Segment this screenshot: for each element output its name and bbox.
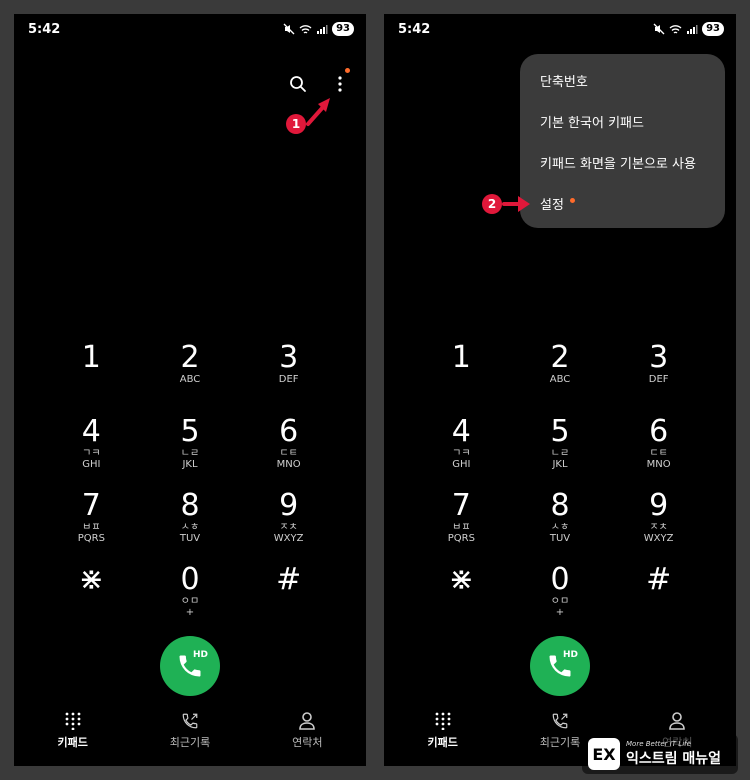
menu-item-speed-dial[interactable]: 단축번호 (520, 62, 725, 103)
notification-dot (345, 68, 350, 73)
key-0[interactable]: 0 ㅇㅁ + (141, 564, 240, 620)
status-bar: 5:42 93 (384, 14, 736, 46)
status-time: 5:42 (398, 22, 431, 37)
search-button[interactable] (286, 72, 310, 96)
menu-item-settings[interactable]: 설정 (520, 185, 725, 226)
key-4[interactable]: 4 ㄱㅋ GHI (412, 416, 511, 472)
wifi-icon (669, 24, 682, 34)
key-4[interactable]: 4 ㄱㅋ GHI (42, 416, 141, 472)
dial-keypad: 1 2 ABC 3 DEF 4 ㄱㅋ GHI 5 ㄴㄹ JKL 6 ㄷㅌ MNO 7 ㅂㅍ PQRS… (412, 342, 708, 620)
nav-recents[interactable]: 최근기록 (131, 702, 248, 766)
nav-contacts[interactable]: 연락처 (249, 702, 366, 766)
key-2[interactable]: 2 ABC (141, 342, 240, 398)
key-8[interactable]: 8 ㅅㅎ TUV (511, 490, 610, 546)
step-badge-2: 2 (482, 194, 502, 214)
site-watermark: EX More Better IT Life 익스트림 매뉴얼 (582, 734, 738, 774)
nav-keypad[interactable]: 키패드 (14, 702, 131, 766)
nav-keypad-label: 키패드 (57, 736, 88, 749)
battery-indicator: 93 (702, 22, 724, 36)
step-badge-1: 1 (286, 114, 306, 134)
hd-label: HD (192, 650, 208, 660)
key-star[interactable]: ⋇ (412, 564, 511, 620)
person-icon (299, 712, 316, 730)
key-3[interactable]: 3 DEF (239, 342, 338, 398)
menu-item-settings-label: 설정 (540, 198, 564, 213)
bottom-nav: 키패드 최근기록 연락처 (14, 702, 366, 766)
battery-indicator: 93 (332, 22, 354, 36)
menu-item-use-keypad-default[interactable]: 키패드 화면을 기본으로 사용 (520, 144, 725, 185)
key-3[interactable]: 3 DEF (609, 342, 708, 398)
call-log-icon (182, 713, 198, 729)
key-5[interactable]: 5 ㄴㄹ JKL (511, 416, 610, 472)
brand-logo: EX (588, 738, 620, 770)
status-icons: 93 (283, 22, 354, 36)
watermark-text: More Better IT Life 익스트림 매뉴얼 (626, 740, 721, 768)
person-icon (669, 712, 686, 730)
key-6[interactable]: 6 ㄷㅌ MNO (609, 416, 708, 472)
nav-recents-label: 최근기록 (169, 736, 211, 749)
signal-icon (687, 24, 698, 34)
wifi-icon (299, 24, 312, 34)
status-bar: 5:42 93 (14, 14, 366, 46)
phone-screen-right: 5:42 93 단축번호 기본 한국어 키패드 키패드 화면을 기본으로 사용 … (384, 14, 736, 766)
status-time: 5:42 (28, 22, 61, 37)
key-8[interactable]: 8 ㅅㅎ TUV (141, 490, 240, 546)
menu-item-default-korean-keypad[interactable]: 기본 한국어 키패드 (520, 103, 725, 144)
phone-screen-left: 5:42 93 1 1 2 ABC 3 DEF 4 ㄱㅋ GHI 5 ㄴㄹ JKL 6 ㄷㅌ M… (14, 14, 366, 766)
key-star[interactable]: ⋇ (42, 564, 141, 620)
more-options-button[interactable] (328, 68, 352, 96)
notification-dot (570, 198, 575, 203)
keypad-grid-icon (435, 712, 451, 730)
hd-label: HD (562, 650, 578, 660)
annotation-arrow-2 (502, 196, 530, 212)
call-log-icon (552, 713, 568, 729)
hd-call-button[interactable]: HD (160, 636, 220, 696)
overflow-menu: 단축번호 기본 한국어 키패드 키패드 화면을 기본으로 사용 설정 (520, 54, 725, 228)
key-hash[interactable]: # (609, 564, 708, 620)
status-icons: 93 (653, 22, 724, 36)
keypad-grid-icon (65, 712, 81, 730)
watermark-brand: 익스트림 매뉴얼 (626, 751, 722, 767)
search-icon (290, 76, 306, 92)
watermark-tagline: More Better IT Life (626, 740, 691, 748)
mute-icon (653, 23, 665, 35)
top-actions (286, 68, 352, 96)
hd-call-button[interactable]: HD (530, 636, 590, 696)
annotation-arrow-1 (306, 98, 330, 126)
key-5[interactable]: 5 ㄴㄹ JKL (141, 416, 240, 472)
dial-keypad: 1 2 ABC 3 DEF 4 ㄱㅋ GHI 5 ㄴㄹ JKL 6 ㄷㅌ MNO 7 ㅂㅍ PQRS… (42, 342, 338, 620)
key-hash[interactable]: # (239, 564, 338, 620)
key-2[interactable]: 2 ABC (511, 342, 610, 398)
more-vertical-icon (338, 76, 342, 92)
mute-icon (283, 23, 295, 35)
key-9[interactable]: 9 ㅈㅊ WXYZ (239, 490, 338, 546)
key-1[interactable]: 1 (412, 342, 511, 398)
key-9[interactable]: 9 ㅈㅊ WXYZ (609, 490, 708, 546)
key-0[interactable]: 0 ㅇㅁ + (511, 564, 610, 620)
key-6[interactable]: 6 ㄷㅌ MNO (239, 416, 338, 472)
nav-keypad[interactable]: 키패드 (384, 702, 501, 766)
key-7[interactable]: 7 ㅂㅍ PQRS (412, 490, 511, 546)
nav-contacts-label: 연락처 (292, 736, 323, 749)
nav-recents-label: 최근기록 (539, 736, 581, 749)
signal-icon (317, 24, 328, 34)
key-7[interactable]: 7 ㅂㅍ PQRS (42, 490, 141, 546)
nav-keypad-label: 키패드 (427, 736, 458, 749)
key-1[interactable]: 1 (42, 342, 141, 398)
